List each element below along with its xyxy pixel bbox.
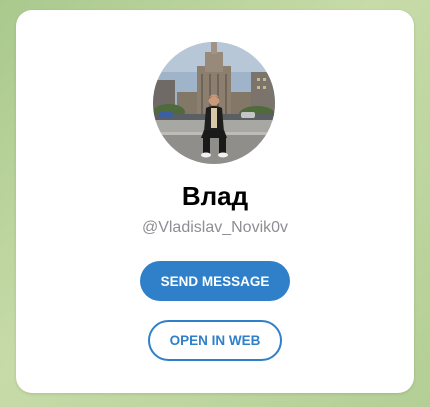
username: @Vladislav_Novik0v xyxy=(141,219,289,236)
avatar xyxy=(153,42,275,164)
open-in-web-button[interactable]: OPEN IN WEB xyxy=(148,320,282,361)
send-message-button[interactable]: SEND MESSAGE xyxy=(140,261,290,301)
profile-photo xyxy=(153,42,275,164)
display-name: Влад xyxy=(181,181,249,211)
profile-card: Влад @Vladislav_Novik0v SEND MESSAGE OPE… xyxy=(16,10,414,393)
